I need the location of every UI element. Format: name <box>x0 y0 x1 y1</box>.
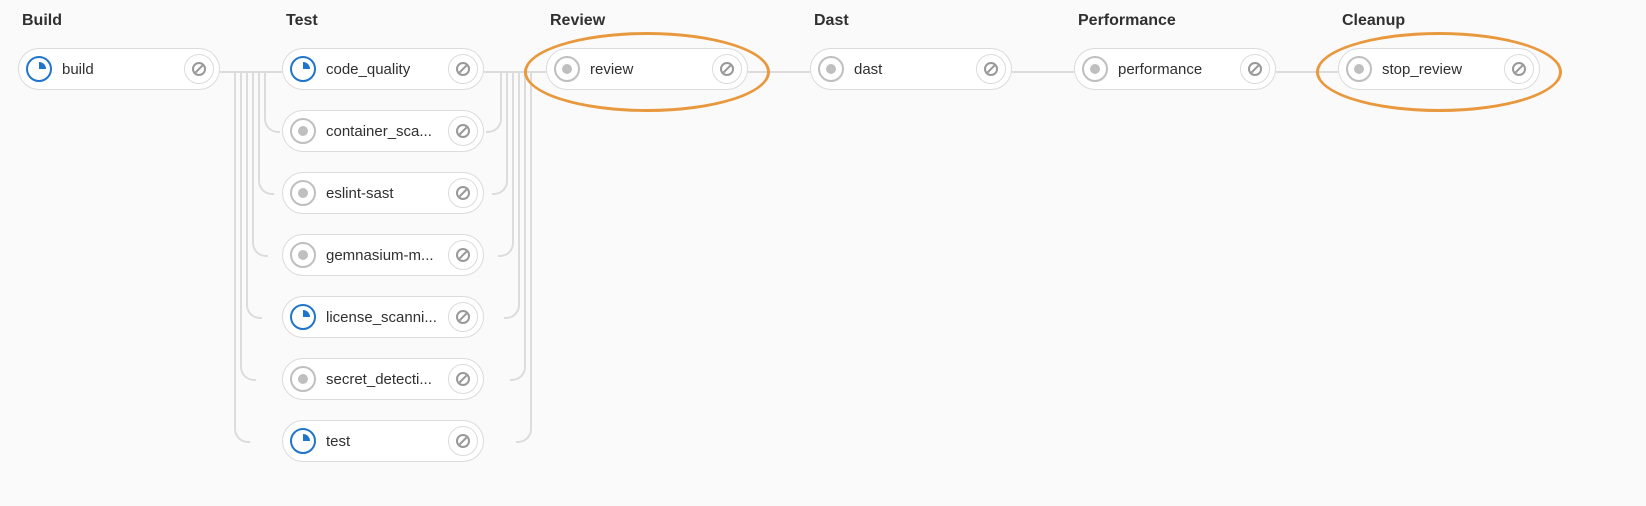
cancel-button[interactable] <box>448 364 478 394</box>
stage-cleanup: Cleanup stop_review <box>1338 12 1540 90</box>
cancel-button[interactable] <box>448 54 478 84</box>
job-name: secret_detecti... <box>326 371 442 388</box>
job-test[interactable]: test <box>282 420 484 462</box>
job-name: review <box>590 61 706 78</box>
running-icon <box>26 56 52 82</box>
stage-jobs: stop_review <box>1338 48 1540 90</box>
stage-build: Build build <box>18 12 220 90</box>
stage-header: Test <box>282 12 484 30</box>
cancel-button[interactable] <box>1504 54 1534 84</box>
running-icon <box>290 428 316 454</box>
stage-performance: Performance performance <box>1074 12 1276 90</box>
skipped-icon <box>290 118 316 144</box>
job-name: container_sca... <box>326 123 442 140</box>
skipped-icon <box>554 56 580 82</box>
stage-header: Cleanup <box>1338 12 1540 30</box>
job-eslint-sast[interactable]: eslint-sast <box>282 172 484 214</box>
job-name: stop_review <box>1382 61 1498 78</box>
skipped-icon <box>1346 56 1372 82</box>
job-gemnasium[interactable]: gemnasium-m... <box>282 234 484 276</box>
job-stop-review[interactable]: stop_review <box>1338 48 1540 90</box>
stage-header: Performance <box>1074 12 1276 30</box>
job-name: build <box>62 61 178 78</box>
job-container-scanning[interactable]: container_sca... <box>282 110 484 152</box>
stage-jobs: performance <box>1074 48 1276 90</box>
stage-jobs: review <box>546 48 748 90</box>
cancel-button[interactable] <box>976 54 1006 84</box>
stage-jobs: dast <box>810 48 1012 90</box>
skipped-icon <box>818 56 844 82</box>
skipped-icon <box>290 242 316 268</box>
job-build[interactable]: build <box>18 48 220 90</box>
connector-line <box>234 71 250 443</box>
connector-line <box>516 71 532 443</box>
skipped-icon <box>290 366 316 392</box>
stage-dast: Dast dast <box>810 12 1012 90</box>
stage-review: Review review <box>546 12 748 90</box>
cancel-button[interactable] <box>448 302 478 332</box>
cancel-button[interactable] <box>448 426 478 456</box>
job-name: gemnasium-m... <box>326 247 442 264</box>
job-name: test <box>326 433 442 450</box>
job-name: performance <box>1118 61 1234 78</box>
job-review[interactable]: review <box>546 48 748 90</box>
running-icon <box>290 56 316 82</box>
skipped-icon <box>290 180 316 206</box>
cancel-button[interactable] <box>184 54 214 84</box>
job-code-quality[interactable]: code_quality <box>282 48 484 90</box>
pipeline-graph: Build build Test code_quality <box>18 12 1628 462</box>
cancel-button[interactable] <box>1240 54 1270 84</box>
connector-line <box>748 71 810 73</box>
job-secret-detection[interactable]: secret_detecti... <box>282 358 484 400</box>
cancel-button[interactable] <box>448 116 478 146</box>
job-name: dast <box>854 61 970 78</box>
job-license-scanning[interactable]: license_scanni... <box>282 296 484 338</box>
stage-jobs: code_quality container_sca... eslint-sas… <box>282 48 484 462</box>
stage-header: Build <box>18 12 220 30</box>
cancel-button[interactable] <box>448 178 478 208</box>
running-icon <box>290 304 316 330</box>
connector-line <box>1276 71 1338 73</box>
stage-test: Test code_quality container_sca... eslin… <box>282 12 484 462</box>
job-name: license_scanni... <box>326 309 442 326</box>
stage-header: Dast <box>810 12 1012 30</box>
cancel-button[interactable] <box>448 240 478 270</box>
job-name: eslint-sast <box>326 185 442 202</box>
job-name: code_quality <box>326 61 442 78</box>
job-performance[interactable]: performance <box>1074 48 1276 90</box>
stage-header: Review <box>546 12 748 30</box>
stage-jobs: build <box>18 48 220 90</box>
job-dast[interactable]: dast <box>810 48 1012 90</box>
skipped-icon <box>1082 56 1108 82</box>
cancel-button[interactable] <box>712 54 742 84</box>
connector-line <box>1012 71 1074 73</box>
